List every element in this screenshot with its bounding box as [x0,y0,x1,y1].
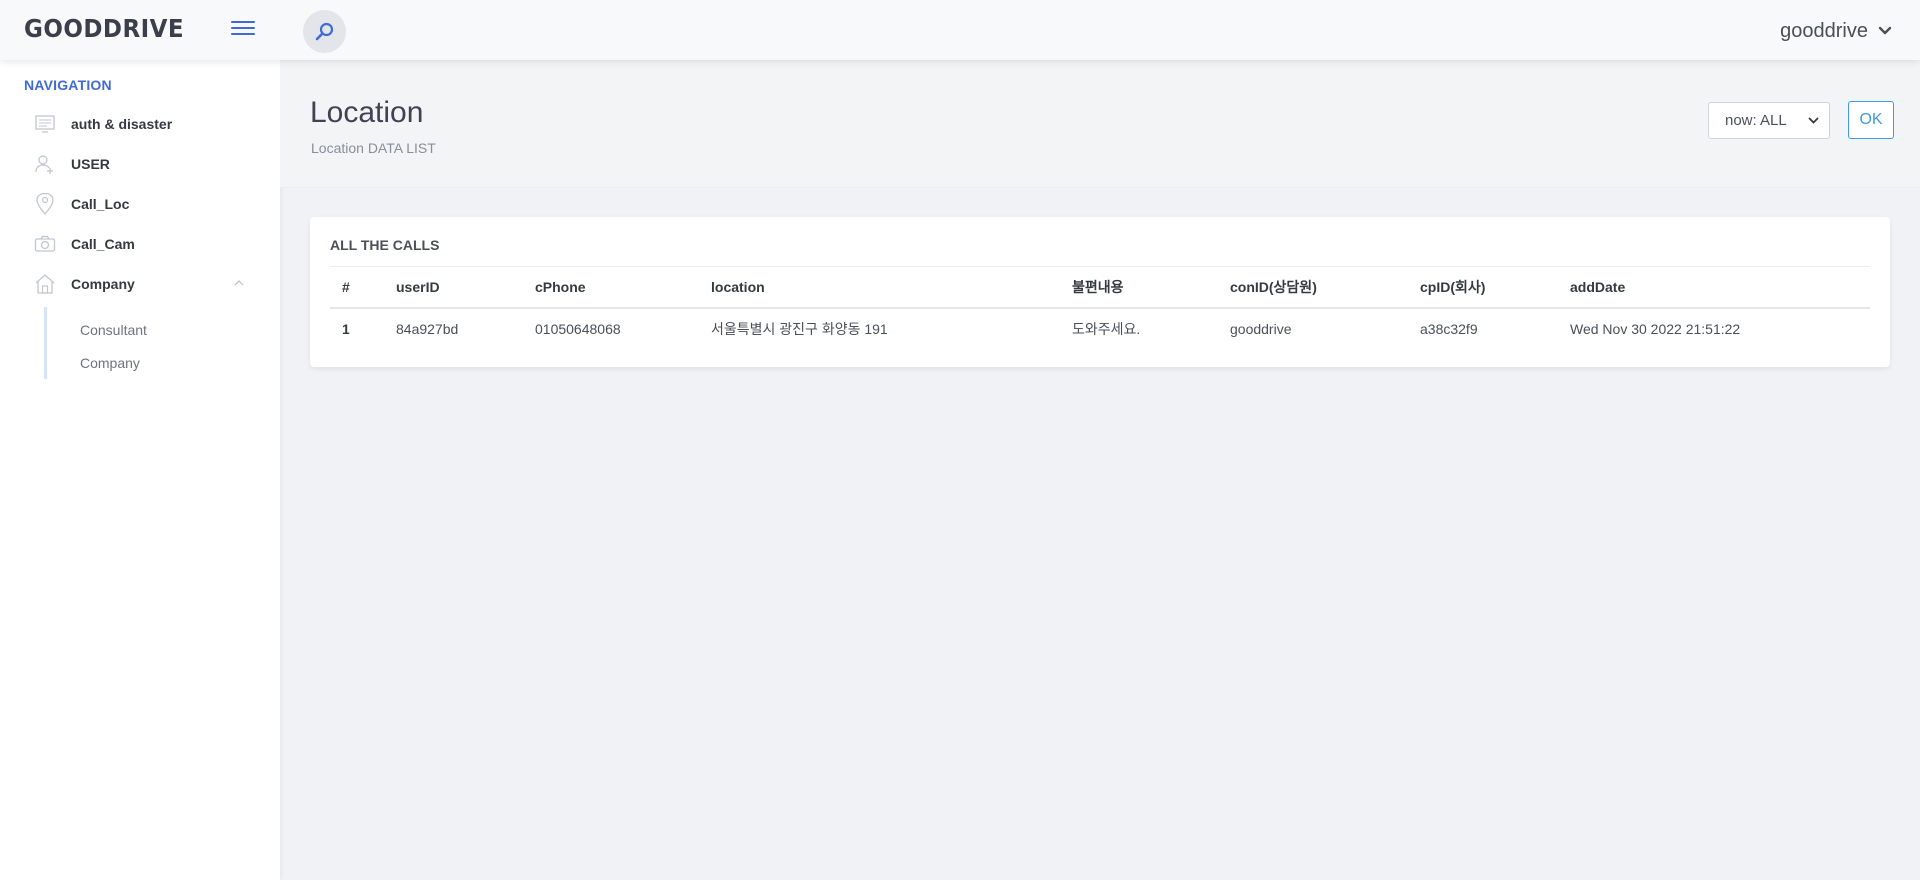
card-title: ALL THE CALLS [330,237,440,253]
table-cell: 01050648068 [535,321,621,337]
sidebar-item-label: auth & disaster [71,116,173,132]
chevron-down-icon [1878,26,1892,35]
table-cell: a38c32f9 [1420,321,1478,337]
subnav-divider [44,307,47,379]
table-cell: 1 [342,321,350,337]
column-header: location [699,266,1060,309]
table-header-row: # userID cPhone location 불편내용 conID(상담원)… [330,266,1870,309]
sidebar-item-label: Call_Cam [71,236,135,252]
top-header: GOODDRIVE gooddrive [0,0,1920,60]
column-header: cPhone [523,266,699,309]
subnav-item-company[interactable]: Company [80,355,140,371]
user-menu[interactable]: gooddrive [1780,18,1892,44]
camera-icon [34,233,56,255]
table-cell: gooddrive [1230,321,1292,337]
subnav-item-consultant[interactable]: Consultant [80,322,147,338]
filter-select[interactable]: now: ALL [1708,102,1830,139]
monitor-icon [34,113,56,135]
menu-toggle-icon[interactable] [231,19,257,39]
sidebar-item-company[interactable]: Company [34,267,256,301]
sidebar-item-call-loc[interactable]: Call_Loc [34,187,256,221]
table-cell: Wed Nov 30 2022 21:51:22 [1570,321,1741,337]
page-subtitle: Location DATA LIST [311,140,436,156]
calls-card: ALL THE CALLS # userID cPhone location 불… [310,217,1890,367]
sidebar-item-user[interactable]: USER [34,147,256,181]
ok-button[interactable]: OK [1848,101,1894,139]
page-title-area: Location Location DATA LIST [280,60,1920,188]
column-header: # [330,266,384,309]
table-row[interactable]: 1 84a927bd 01050648068 서울특별시 광진구 화양동 191… [330,308,1870,350]
map-pin-icon [34,192,56,215]
column-header: addDate [1558,266,1870,309]
sidebar-item-call-cam[interactable]: Call_Cam [34,227,256,261]
nav-heading: NAVIGATION [24,77,112,93]
table-cell: 도와주세요. [1072,321,1141,337]
calls-table: # userID cPhone location 불편내용 conID(상담원)… [330,266,1870,350]
user-plus-icon [34,153,56,175]
page-title: Location [310,96,424,129]
user-name: gooddrive [1780,19,1868,42]
sidebar-item-label: Call_Loc [71,196,130,212]
column-header: conID(상담원) [1218,266,1408,309]
search-button[interactable] [303,10,346,53]
column-header: 불편내용 [1060,266,1218,309]
app-logo: GOODDRIVE [24,14,185,43]
table-cell: 84a927bd [396,321,459,337]
sidebar-item-label: USER [71,156,110,172]
sidebar-item-auth-disaster[interactable]: auth & disaster [34,107,256,141]
search-icon [315,22,334,41]
sidebar: NAVIGATION auth & disaster USER Call_Loc… [0,60,280,880]
column-header: userID [384,266,523,309]
chevron-up-icon [234,280,244,286]
sidebar-item-label: Company [71,276,135,292]
home-icon [34,273,56,295]
table-cell: 서울특별시 광진구 화양동 191 [711,321,888,337]
filter-select-value: now: ALL [1725,112,1787,129]
column-header: cpID(회사) [1408,266,1558,309]
chevron-down-icon [1808,117,1819,124]
